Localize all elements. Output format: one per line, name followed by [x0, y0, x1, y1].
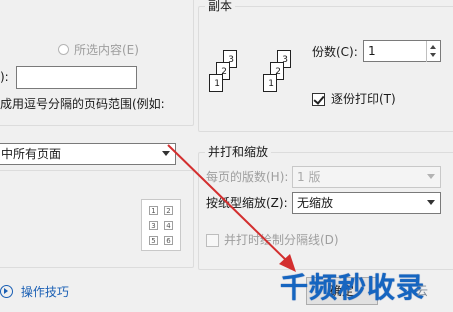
watermark-text: 千频秒收录 [280, 271, 426, 304]
watermark-sub: 云 [416, 284, 429, 298]
